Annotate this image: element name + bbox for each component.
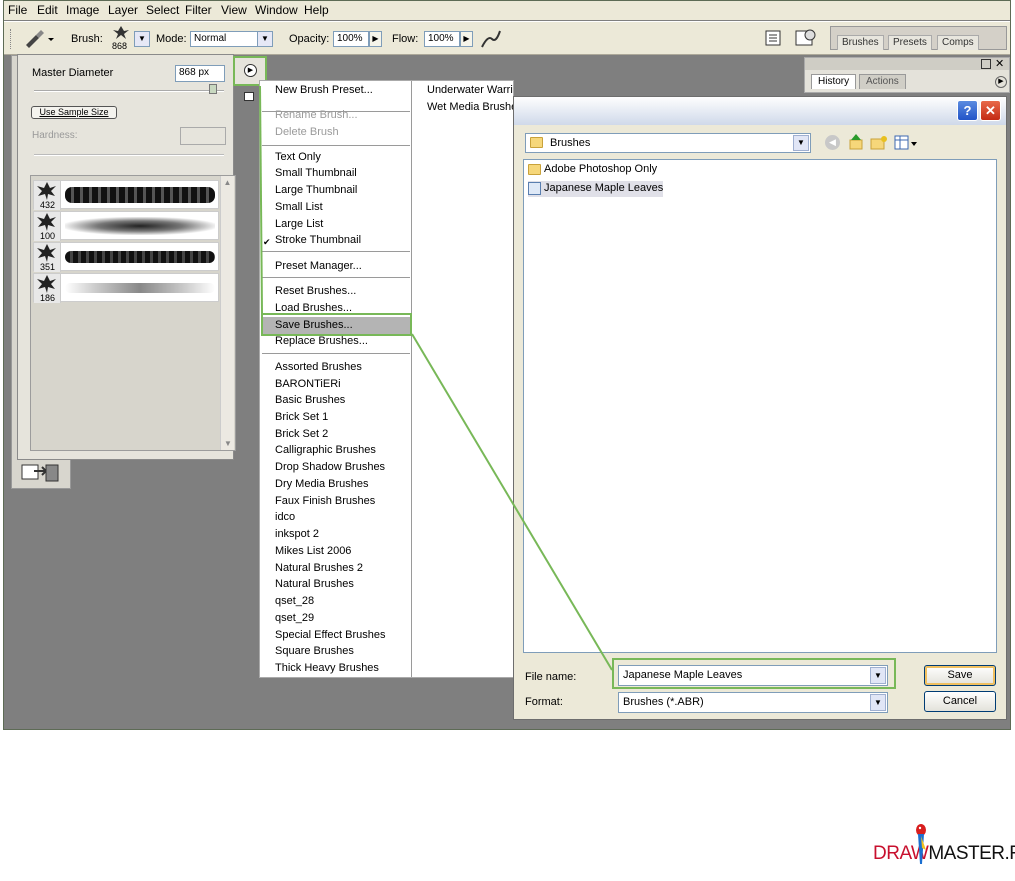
callout-lines: [259, 85, 613, 671]
logo-part2: MASTER.RU: [928, 843, 1015, 864]
callout-line: [259, 85, 263, 314]
parrot-icon: [916, 824, 926, 864]
callout-line: [411, 333, 613, 671]
drawmaster-logo: DRAWMASTER.RU: [873, 843, 1015, 865]
